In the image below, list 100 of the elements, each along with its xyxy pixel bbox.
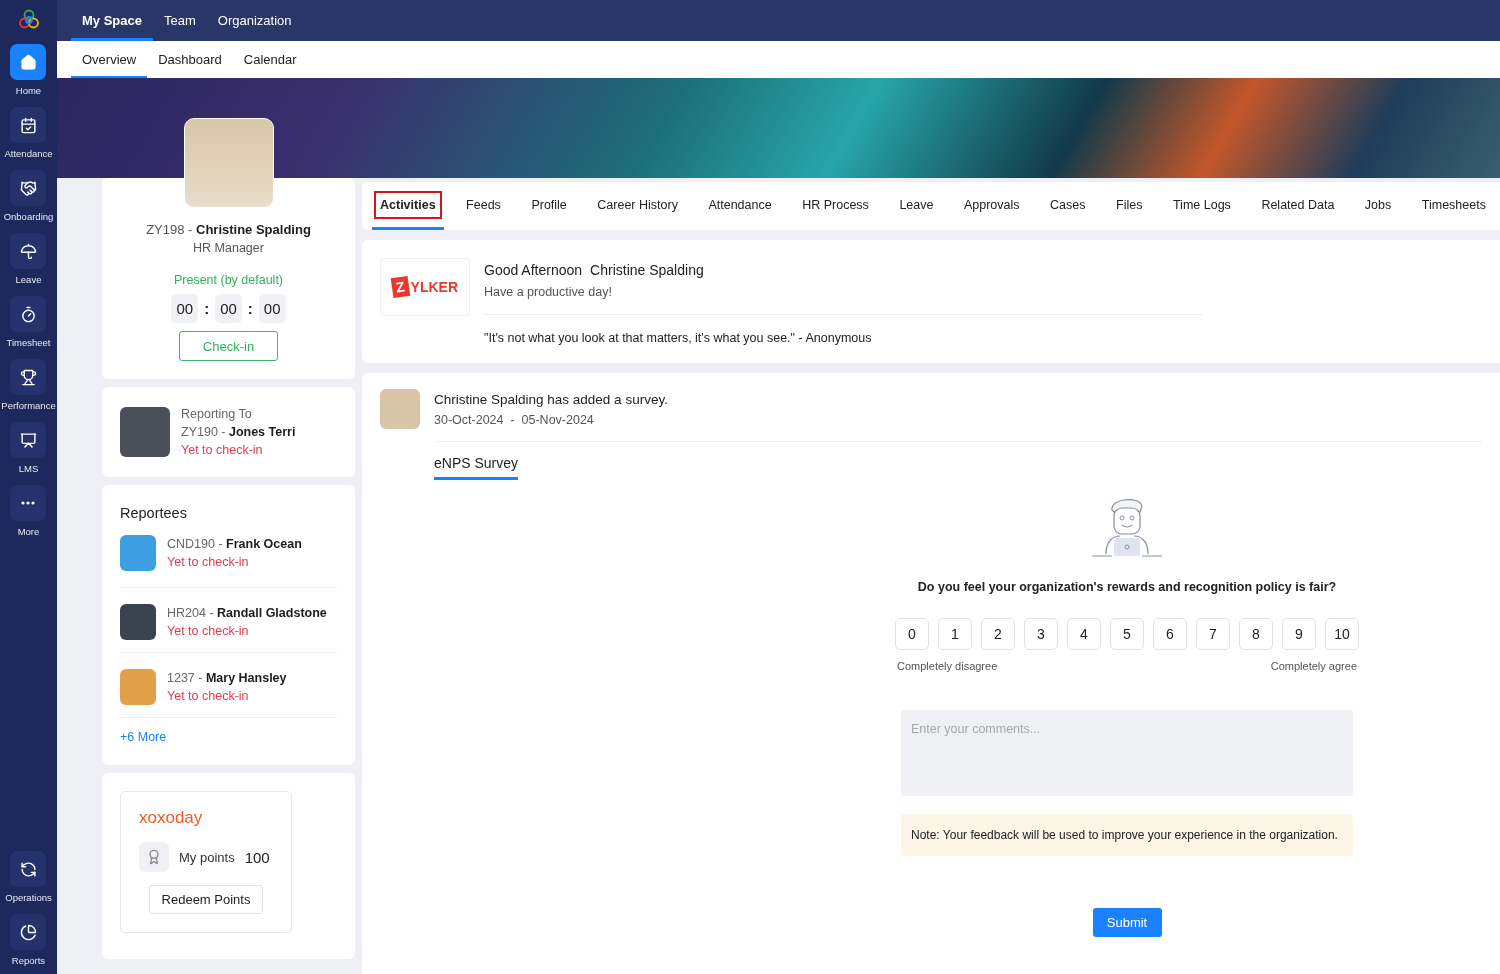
home-icon bbox=[20, 53, 37, 71]
survey-question: Do you feel your organization's rewards and recognition policy is fair? bbox=[917, 580, 1337, 594]
check-in-status: Yet to check-in bbox=[167, 624, 250, 638]
more-icon bbox=[21, 501, 36, 505]
post-title: Christine Spalding has added a survey. bbox=[434, 391, 669, 407]
profile-tab[interactable]: Profile bbox=[523, 182, 575, 230]
xoxoday-logo: xoxoday bbox=[139, 808, 204, 828]
comments-field[interactable]: Enter your comments... bbox=[901, 710, 1353, 796]
avatar bbox=[120, 669, 156, 705]
reportee-name: CND190 - Frank Ocean bbox=[167, 537, 302, 551]
greeting-name: Christine Spalding bbox=[590, 262, 704, 278]
redeem-button[interactable]: Redeem Points bbox=[149, 885, 263, 914]
trophy-icon bbox=[20, 368, 37, 386]
sidebar-button[interactable] bbox=[10, 851, 47, 887]
sidebar-button[interactable] bbox=[10, 44, 47, 80]
profile-tab[interactable]: Files bbox=[1108, 182, 1151, 230]
profile-tab[interactable]: Career History bbox=[589, 182, 686, 230]
sidebar-button[interactable] bbox=[10, 296, 47, 332]
profile-tab[interactable]: Time Logs bbox=[1164, 182, 1239, 230]
profile-tab[interactable]: Timesheets bbox=[1413, 182, 1494, 230]
timer-hours: 00 bbox=[171, 294, 199, 323]
rating-option[interactable]: 9 bbox=[1282, 618, 1316, 650]
scale-max-label: Completely agree bbox=[1270, 660, 1357, 672]
reportee-name: 1237 - Mary Hansley bbox=[167, 671, 287, 685]
greeting-text: Good Afternoon bbox=[484, 262, 583, 278]
profile-tab[interactable]: Approvals bbox=[955, 182, 1028, 230]
timer-separator: : bbox=[204, 300, 210, 317]
timer-icon bbox=[20, 305, 37, 323]
more-link[interactable]: +6 More bbox=[120, 730, 167, 744]
sidebar-button[interactable] bbox=[10, 422, 47, 458]
rating-option[interactable]: 8 bbox=[1239, 618, 1273, 650]
sidebar-button[interactable] bbox=[10, 107, 47, 143]
profile-tab[interactable]: Related Data bbox=[1253, 182, 1343, 230]
pie-chart-icon bbox=[20, 923, 37, 941]
rating-option[interactable]: 2 bbox=[981, 618, 1015, 650]
reporting-label: Reporting To bbox=[181, 407, 253, 421]
profile-tab[interactable]: HR Process bbox=[794, 182, 877, 230]
attendance-status: Present (by default) bbox=[173, 273, 284, 287]
sidebar-button[interactable] bbox=[10, 359, 47, 395]
badge-icon bbox=[139, 842, 169, 872]
avatar bbox=[120, 407, 170, 457]
greeting-message: Have a productive day! bbox=[484, 285, 1202, 315]
sidebar-label: Operations bbox=[5, 892, 52, 903]
profile-tab[interactable]: Attendance bbox=[700, 182, 780, 230]
profile-tab[interactable]: Jobs bbox=[1356, 182, 1400, 230]
timer-seconds: 00 bbox=[258, 294, 286, 323]
profile-tab[interactable]: Cases bbox=[1042, 182, 1094, 230]
sidebar-label: Timesheet bbox=[6, 337, 51, 348]
sidebar-button[interactable] bbox=[10, 914, 47, 950]
profile-tab[interactable]: Feeds bbox=[458, 182, 509, 230]
sidebar-label: Home bbox=[15, 85, 42, 96]
manager-name: ZY190 - Jones Terri bbox=[181, 425, 296, 439]
sidebar-label: More bbox=[17, 526, 40, 537]
quote-text: "It's not what you look at that matters, it's what you see." - Anonymous bbox=[484, 331, 873, 345]
check-in-status: Yet to check-in bbox=[181, 443, 264, 457]
sidebar-label: LMS bbox=[18, 463, 39, 474]
sidebar-label: Performance bbox=[1, 400, 56, 411]
sidebar-button[interactable] bbox=[10, 170, 47, 206]
rating-option[interactable]: 6 bbox=[1153, 618, 1187, 650]
top-nav-tab[interactable]: Team bbox=[153, 0, 207, 41]
sidebar-label: Reports bbox=[11, 955, 46, 966]
rating-option[interactable]: 10 bbox=[1325, 618, 1359, 650]
sidebar-label: Leave bbox=[15, 274, 42, 285]
employee-name: ZY198 - Christine Spalding bbox=[146, 222, 311, 237]
logo-text: YLKER bbox=[410, 279, 458, 295]
logo-mark: Z bbox=[390, 275, 410, 299]
points-label: My points bbox=[179, 849, 235, 865]
umbrella-icon bbox=[20, 242, 37, 260]
sidebar-button[interactable] bbox=[10, 233, 47, 269]
check-in-status: Yet to check-in bbox=[167, 689, 250, 703]
sidebar-label: Onboarding bbox=[3, 211, 54, 222]
timer-separator: : bbox=[247, 300, 253, 317]
points-value: 100 bbox=[244, 848, 270, 866]
handshake-icon bbox=[20, 179, 37, 197]
rating-option[interactable]: 7 bbox=[1196, 618, 1230, 650]
rating-option[interactable]: 1 bbox=[938, 618, 972, 650]
rating-option[interactable]: 3 bbox=[1024, 618, 1058, 650]
rating-option[interactable]: 5 bbox=[1110, 618, 1144, 650]
top-nav-tab[interactable]: Organization bbox=[206, 0, 303, 41]
avatar bbox=[120, 604, 156, 640]
reportee-name: HR204 - Randall Gladstone bbox=[167, 606, 327, 620]
rating-option[interactable]: 4 bbox=[1067, 618, 1101, 650]
profile-tab[interactable]: Leave bbox=[891, 182, 942, 230]
survey-dates: 30-Oct-2024 - 05-Nov-2024 bbox=[434, 413, 595, 427]
rating-option[interactable]: 0 bbox=[895, 618, 929, 650]
submit-button[interactable]: Submit bbox=[1092, 908, 1162, 937]
calendar-check-icon bbox=[20, 116, 37, 134]
avatar bbox=[120, 535, 156, 571]
scale-min-label: Completely disagree bbox=[897, 660, 998, 672]
feedback-note: Note: Your feedback will be used to improve your experience in the organization. bbox=[901, 814, 1353, 856]
timer-minutes: 00 bbox=[215, 294, 242, 323]
check-in-status: Yet to check-in bbox=[167, 555, 250, 569]
avatar bbox=[380, 389, 420, 429]
refresh-icon bbox=[20, 860, 37, 878]
card-title: Reportees bbox=[120, 505, 188, 521]
sidebar-label: Attendance bbox=[4, 148, 53, 159]
sub-nav-tab[interactable]: Calendar bbox=[232, 41, 308, 78]
survey-tab[interactable]: eNPS Survey bbox=[434, 455, 519, 480]
presentation-board-icon bbox=[20, 431, 37, 449]
sub-nav-tab[interactable]: Dashboard bbox=[147, 41, 233, 78]
